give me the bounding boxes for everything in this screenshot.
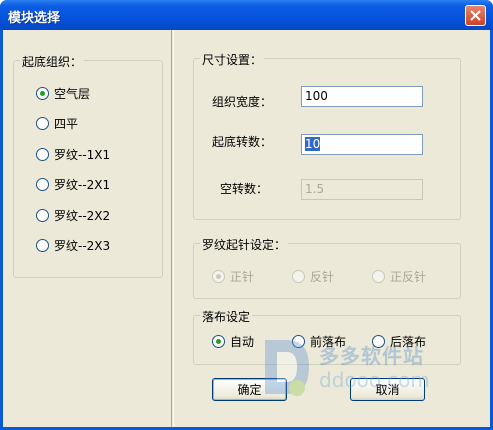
radio-drop-auto[interactable]: 自动 — [212, 333, 254, 350]
rib-setting-group: 罗纹起针设定： 正针 反针 正反针 — [193, 236, 461, 299]
radio-label: 罗纹--2X3 — [54, 239, 111, 253]
close-icon — [470, 10, 481, 21]
radio-circle[interactable] — [36, 87, 49, 100]
radio-circle[interactable] — [212, 270, 225, 283]
size-settings-group: 尺寸设置： 组织宽度： 100 起底转数： 10 空转数： 1.5 — [193, 51, 461, 220]
radio-label: 罗纹--2X2 — [54, 209, 111, 223]
title-bar[interactable]: 模块选择 — [0, 0, 493, 30]
radio-circle[interactable] — [36, 117, 49, 130]
watermark-title: 多多软件站 — [319, 344, 424, 368]
radio-bottom-5[interactable]: 罗纹--2X3 — [36, 237, 110, 254]
empty-turns-input[interactable]: 1.5 — [301, 179, 423, 200]
bottom-structure-title: 起底组织： — [20, 53, 85, 70]
radio-label: 正针 — [230, 270, 255, 284]
size-settings-title: 尺寸设置： — [200, 51, 265, 68]
watermark-url: ddooo.com — [319, 368, 430, 392]
width-input[interactable]: 100 — [301, 86, 423, 107]
radio-label: 罗纹--1X1 — [54, 148, 111, 162]
radio-circle[interactable] — [36, 148, 49, 161]
radio-circle[interactable] — [372, 270, 385, 283]
radio-label: 四平 — [54, 117, 79, 131]
radio-bottom-1[interactable]: 四平 — [36, 115, 78, 132]
watermark: 多多软件站 ddooo.com — [261, 330, 451, 405]
radio-label: 自动 — [230, 335, 255, 349]
width-label: 组织宽度： — [212, 95, 273, 109]
radio-rib-back[interactable]: 反针 — [292, 268, 334, 285]
radio-circle[interactable] — [212, 335, 225, 348]
radio-circle[interactable] — [36, 239, 49, 252]
radio-bottom-2[interactable]: 罗纹--1X1 — [36, 146, 110, 163]
radio-label: 反针 — [310, 270, 335, 284]
radio-label: 正反针 — [390, 270, 427, 284]
window-title: 模块选择 — [8, 11, 61, 26]
turns-input[interactable]: 10 — [301, 134, 423, 155]
rib-setting-title: 罗纹起针设定： — [200, 236, 289, 253]
radio-bottom-4[interactable]: 罗纹--2X2 — [36, 207, 110, 224]
width-value: 100 — [305, 89, 328, 103]
close-button[interactable] — [465, 5, 486, 26]
radio-circle[interactable] — [36, 209, 49, 222]
cloth-drop-title: 落布设定 — [200, 308, 253, 325]
radio-bottom-3[interactable]: 罗纹--2X1 — [36, 176, 110, 193]
radio-rib-front[interactable]: 正针 — [212, 268, 254, 285]
left-panel: 起底组织： 空气层 四平 罗纹--1X1 罗纹--2X1 罗纹--2X2 罗纹-… — [3, 30, 172, 427]
dialog-window: 模块选择 起底组织： 空气层 四平 罗纹--1X1 罗纹--2X1 罗纹--2X… — [0, 0, 493, 430]
watermark-logo-icon — [265, 340, 309, 396]
empty-turns-value: 1.5 — [305, 182, 325, 196]
radio-label: 空气层 — [54, 87, 91, 101]
dialog-client-area: 起底组织： 空气层 四平 罗纹--1X1 罗纹--2X1 罗纹--2X2 罗纹-… — [3, 30, 490, 427]
radio-circle[interactable] — [292, 270, 305, 283]
radio-circle[interactable] — [36, 178, 49, 191]
turns-label: 起底转数： — [212, 135, 273, 149]
radio-label: 罗纹--2X1 — [54, 178, 111, 192]
turns-value: 10 — [305, 137, 321, 151]
bottom-structure-group: 起底组织： 空气层 四平 罗纹--1X1 罗纹--2X1 罗纹--2X2 罗纹-… — [13, 53, 163, 278]
empty-turns-label: 空转数： — [220, 182, 269, 196]
radio-rib-both[interactable]: 正反针 — [372, 268, 426, 285]
radio-bottom-0[interactable]: 空气层 — [36, 85, 90, 102]
